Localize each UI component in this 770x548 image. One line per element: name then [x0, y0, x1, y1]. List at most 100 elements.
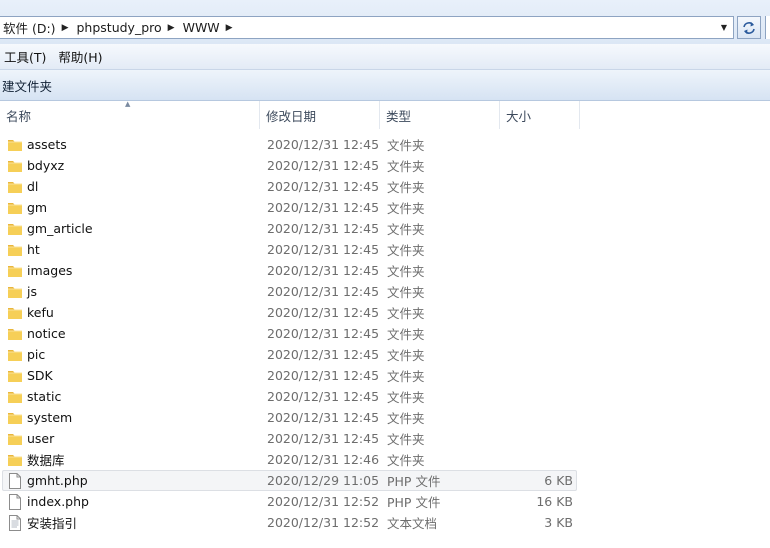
file-row[interactable]: kefu 2020/12/31 12:45 文件夹: [0, 302, 770, 323]
file-date: 2020/12/31 12:45: [267, 263, 380, 278]
file-row[interactable]: pic 2020/12/31 12:45 文件夹: [0, 344, 770, 365]
file-date: 2020/12/31 12:45: [267, 389, 380, 404]
file-name: pic: [27, 347, 46, 362]
file-name: user: [27, 431, 55, 446]
file-type: 文件夹: [387, 432, 425, 447]
folder-icon: [7, 218, 23, 239]
file-row[interactable]: assets 2020/12/31 12:45 文件夹: [0, 134, 770, 155]
file-type: PHP 文件: [387, 474, 441, 489]
file-size: [500, 239, 573, 260]
file-date: 2020/12/31 12:45: [267, 368, 380, 383]
file-row[interactable]: gmht.php 2020/12/29 11:05 PHP 文件 6 KB: [0, 470, 770, 491]
chevron-right-icon[interactable]: ▶: [62, 23, 69, 33]
breadcrumb-www[interactable]: WWW ▶: [179, 17, 237, 38]
file-row[interactable]: gm 2020/12/31 12:45 文件夹: [0, 197, 770, 218]
file-date: 2020/12/31 12:45: [267, 284, 380, 299]
file-size: [500, 323, 573, 344]
refresh-button[interactable]: [737, 16, 761, 39]
file-type: 文件夹: [387, 327, 425, 342]
file-name: ht: [27, 242, 40, 257]
file-row[interactable]: notice 2020/12/31 12:45 文件夹: [0, 323, 770, 344]
file-row[interactable]: 数据库 2020/12/31 12:46 文件夹: [0, 449, 770, 470]
file-type: 文件夹: [387, 390, 425, 405]
file-name: dl: [27, 179, 39, 194]
file-date: 2020/12/31 12:45: [267, 200, 380, 215]
file-type: PHP 文件: [387, 495, 441, 510]
file-list: assets 2020/12/31 12:45 文件夹 bdyxz 2020/12/31…: [0, 134, 770, 533]
file-name: js: [27, 284, 37, 299]
folder-icon: [7, 302, 23, 323]
file-name: gmht.php: [27, 473, 88, 488]
file-size: 3 KB: [544, 515, 573, 530]
file-type: 文件夹: [387, 453, 425, 468]
column-header-size[interactable]: 大小: [500, 101, 580, 129]
file-name: kefu: [27, 305, 54, 320]
chevron-right-icon[interactable]: ▶: [226, 23, 233, 33]
column-header-type[interactable]: 类型: [380, 101, 500, 129]
file-date: 2020/12/31 12:52: [267, 515, 380, 530]
file-row[interactable]: index.php 2020/12/31 12:52 PHP 文件 16 KB: [0, 491, 770, 512]
menu-help[interactable]: 帮助(H): [54, 46, 110, 68]
new-folder-button[interactable]: 建文件夹: [0, 73, 54, 97]
file-size: [500, 365, 573, 386]
file-row[interactable]: gm_article 2020/12/31 12:45 文件夹: [0, 218, 770, 239]
file-size: [500, 449, 573, 470]
file-row[interactable]: js 2020/12/31 12:45 文件夹: [0, 281, 770, 302]
file-type: 文件夹: [387, 138, 425, 153]
file-row[interactable]: images 2020/12/31 12:45 文件夹: [0, 260, 770, 281]
file-date: 2020/12/31 12:45: [267, 137, 380, 152]
file-type: 文件夹: [387, 369, 425, 384]
file-row[interactable]: 安装指引 2020/12/31 12:52 文本文档 3 KB: [0, 512, 770, 533]
file-date: 2020/12/31 12:46: [267, 452, 380, 467]
folder-icon: [7, 176, 23, 197]
file-date: 2020/12/31 12:45: [267, 410, 380, 425]
file-size: [500, 197, 573, 218]
menu-tools[interactable]: 工具(T): [0, 46, 54, 68]
breadcrumb-label: WWW: [182, 20, 220, 35]
folder-icon: [7, 323, 23, 344]
folder-icon: [7, 449, 23, 470]
folder-icon: [7, 134, 23, 155]
command-bar: 建文件夹: [0, 70, 770, 101]
php-file-icon: [7, 470, 23, 491]
breadcrumb-phpstudy[interactable]: phpstudy_pro ▶: [73, 17, 179, 38]
file-name: index.php: [27, 494, 89, 509]
file-row[interactable]: bdyxz 2020/12/31 12:45 文件夹: [0, 155, 770, 176]
file-size: [500, 428, 573, 449]
file-date: 2020/12/29 11:05: [267, 473, 380, 488]
breadcrumb-label: 软件 (D:): [3, 21, 56, 36]
file-row[interactable]: SDK 2020/12/31 12:45 文件夹: [0, 365, 770, 386]
file-date: 2020/12/31 12:45: [267, 158, 380, 173]
file-size: [500, 176, 573, 197]
breadcrumb-label: phpstudy_pro: [76, 20, 162, 35]
file-date: 2020/12/31 12:45: [267, 305, 380, 320]
file-row[interactable]: user 2020/12/31 12:45 文件夹: [0, 428, 770, 449]
sort-ascending-icon: ▲: [125, 100, 131, 108]
file-type: 文件夹: [387, 159, 425, 174]
file-name: bdyxz: [27, 158, 65, 173]
chevron-right-icon[interactable]: ▶: [168, 23, 175, 33]
file-name: gm_article: [27, 221, 93, 236]
file-row[interactable]: ht 2020/12/31 12:45 文件夹: [0, 239, 770, 260]
address-dropdown-icon[interactable]: ▼: [715, 17, 733, 38]
file-row[interactable]: static 2020/12/31 12:45 文件夹: [0, 386, 770, 407]
file-name: assets: [27, 137, 67, 152]
breadcrumb-drive[interactable]: 软件 (D:) ▶: [0, 17, 73, 38]
search-box[interactable]: [765, 16, 770, 39]
file-date: 2020/12/31 12:45: [267, 179, 380, 194]
address-bar[interactable]: 软件 (D:) ▶ phpstudy_pro ▶ WWW ▶ ▼: [0, 16, 734, 39]
file-size: 16 KB: [536, 494, 573, 509]
file-date: 2020/12/31 12:45: [267, 347, 380, 362]
file-name: SDK: [27, 368, 53, 383]
file-date: 2020/12/31 12:52: [267, 494, 380, 509]
file-name: static: [27, 389, 62, 404]
file-size: [500, 260, 573, 281]
column-header-date[interactable]: 修改日期: [260, 101, 380, 129]
file-row[interactable]: system 2020/12/31 12:45 文件夹: [0, 407, 770, 428]
file-name: system: [27, 410, 73, 425]
file-name: notice: [27, 326, 66, 341]
folder-icon: [7, 407, 23, 428]
folder-icon: [7, 365, 23, 386]
file-row[interactable]: dl 2020/12/31 12:45 文件夹: [0, 176, 770, 197]
file-name: gm: [27, 200, 48, 215]
